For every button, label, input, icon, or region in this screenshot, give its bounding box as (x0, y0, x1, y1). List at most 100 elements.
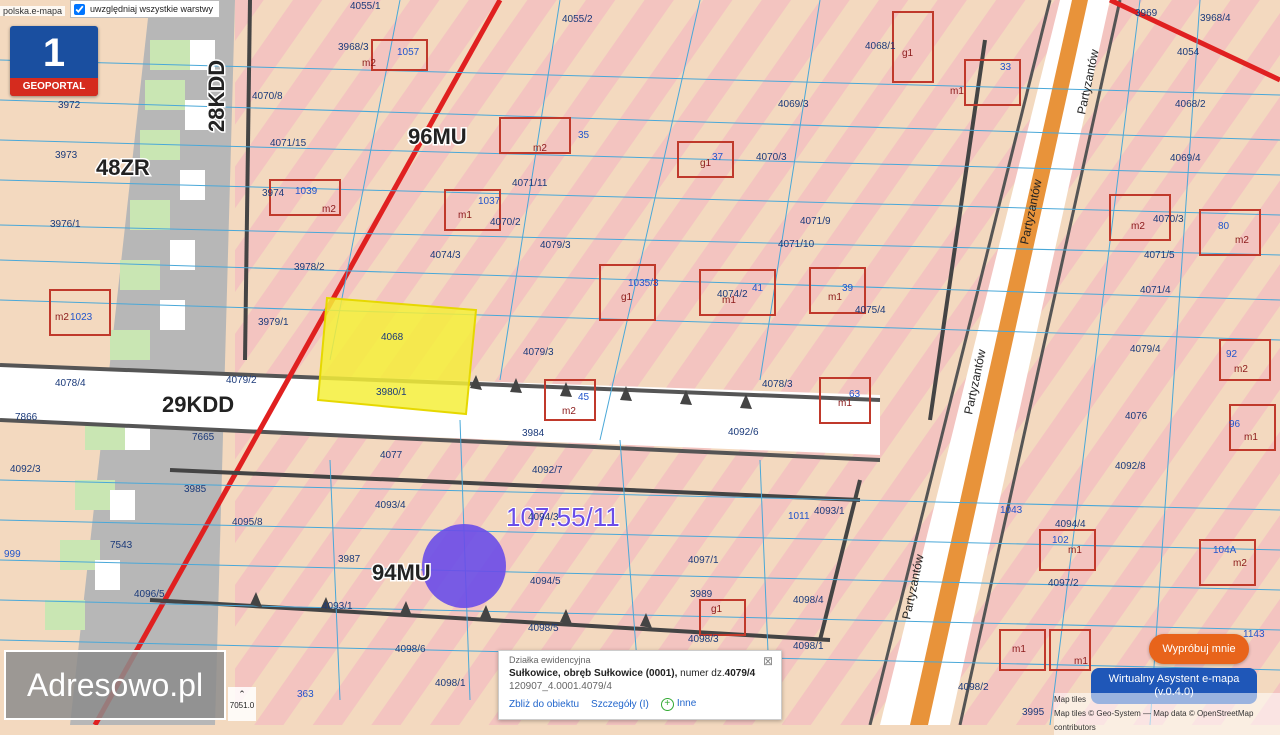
parcel-label: 4079/4 (1130, 344, 1161, 355)
building-label: 37 (712, 152, 724, 163)
parcel-label: 3985 (184, 484, 207, 495)
parcel-label: 4071/9 (800, 216, 831, 227)
try-me-button[interactable]: Wypróbuj mnie (1149, 634, 1249, 664)
parcel-label: 4071/5 (1144, 250, 1175, 261)
building-label: 1043 (1000, 505, 1023, 516)
parcel-label: 4093/1 (814, 506, 845, 517)
building-label: 363 (297, 689, 314, 700)
popup-location-text: Sułkowice, obręb Sułkowice (0001), (509, 668, 678, 679)
parcel-label: 4078/3 (762, 379, 793, 390)
parcel-label: 3984 (522, 428, 545, 439)
popup-number-label: numer dz. (680, 668, 725, 679)
building-label: 39 (842, 283, 854, 294)
parcel-label: 4096/5 (134, 589, 165, 600)
parcel-label: 4070/3 (756, 152, 787, 163)
parcel-label: 4068 (381, 332, 404, 343)
scale-value: 7051.0 (229, 701, 255, 710)
layers-checkbox[interactable] (74, 3, 85, 15)
parcel-label: 4074/3 (430, 250, 461, 261)
map-canvas[interactable]: 96MU 94MU 48ZR 28KDD 29KDD Partyzantów P… (0, 0, 1280, 725)
parcel-label: 4092/3 (10, 464, 41, 475)
building-label: 96 (1229, 419, 1241, 430)
building-label: 1035/3 (628, 278, 659, 289)
parcel-label: 4071/15 (270, 138, 307, 149)
plus-icon: + (660, 698, 674, 711)
type-label: m2 (322, 204, 336, 215)
chevron-up-icon[interactable]: ⌃ (228, 687, 256, 701)
parcel-label: 7543 (110, 540, 133, 551)
type-label: m2 (1233, 558, 1247, 569)
geoportal-logo[interactable]: 1 GEOPORTAL (10, 26, 98, 96)
type-label: m2 (1234, 364, 1248, 375)
building-label: 1011 (788, 511, 810, 522)
blue-overlay-label: 107.55/11 (506, 502, 620, 532)
attribution-line-2[interactable]: Map tiles © Geo-System — Map data © Open… (1054, 707, 1280, 735)
parcel-label: 4094/3 (528, 512, 559, 523)
parcel-label: 4097/1 (688, 555, 719, 566)
type-label: m2 (562, 406, 576, 417)
parcel-label: 4079/2 (226, 375, 257, 386)
parcel-label: 4094/5 (530, 576, 561, 587)
other-link-label: Inne (676, 698, 697, 709)
parcel-label: 4098/1 (435, 678, 466, 689)
parcel-label: 3987 (338, 554, 361, 565)
building-label: 41 (752, 283, 764, 294)
assistant-title: Wirtualny Asystent e-mapa (1108, 673, 1240, 685)
layers-checkbox-label: uwzględniaj wszystkie warstwy (90, 4, 214, 14)
parcel-label: 4071/4 (1140, 285, 1171, 296)
parcel-label: 3995 (0, 0, 23, 3)
parcel-label: 4079/3 (523, 347, 554, 358)
other-link[interactable]: + Inne (660, 698, 697, 711)
parcel-label: 3978/2 (294, 262, 325, 273)
parcel-label: 4098/1 (793, 641, 824, 652)
parcel-label: 4098/2 (958, 682, 989, 693)
zone-label-94mu: 94MU (372, 560, 431, 585)
map-attribution: Map tiles Map tiles © Geo-System — Map d… (1054, 693, 1280, 735)
parcel-label: 4070/3 (1153, 214, 1184, 225)
building-label: 1057 (397, 47, 420, 58)
parcel-label: 4079/3 (540, 240, 571, 251)
type-label: m2 (533, 143, 547, 154)
zone-label-29kdd: 29KDD (162, 392, 234, 417)
building-label: 1143 (1243, 629, 1265, 640)
parcel-label: 4054 (1177, 47, 1200, 58)
parcel-label: 3995 (1022, 707, 1045, 718)
parcel-label: 3968/3 (338, 42, 369, 53)
type-label: m1 (722, 295, 736, 306)
logo-number: 1 (42, 31, 66, 75)
parcel-label: 4097/2 (1048, 578, 1079, 589)
building-label: 35 (578, 130, 590, 141)
building-label: 80 (1218, 221, 1230, 232)
building-label: 45 (578, 392, 590, 403)
zoom-to-object-link[interactable]: Zbliż do obiektu (509, 699, 579, 710)
zone-label-48zr: 48ZR (96, 155, 150, 180)
parcel-label: 7665 (192, 432, 215, 443)
layers-toggle[interactable]: uwzględniaj wszystkie warstwy (70, 0, 221, 18)
parcel-label: 3980/1 (376, 387, 407, 398)
parcel-label: 4093/1 (322, 601, 353, 612)
type-label: m1 (838, 398, 852, 409)
parcel-label: 4098/3 (688, 634, 719, 645)
building-label: 104A (1213, 545, 1237, 556)
parcel-label: 4095/8 (232, 517, 263, 528)
zone-label-96mu: 96MU (408, 124, 467, 149)
parcel-label: 4068/1 (865, 41, 896, 52)
close-icon[interactable]: ⊠ (763, 654, 773, 668)
parcel-label: 3973 (55, 150, 78, 161)
type-label: m1 (828, 292, 842, 303)
scale-control[interactable]: ⌃ 7051.0 (228, 687, 256, 721)
type-label: g1 (902, 48, 914, 59)
popup-number: 4079/4 (724, 668, 756, 679)
parcel-label: 4069/4 (1170, 153, 1201, 164)
type-label: m2 (55, 312, 69, 323)
parcel-info-popup: ⊠ Działka ewidencyjna Sułkowice, obręb S… (498, 650, 782, 720)
parcel-label: 4070/2 (490, 217, 521, 228)
parcel-label: 3968/4 (1200, 13, 1231, 24)
zone-label-28kdd: 28KDD (204, 60, 229, 132)
adresowo-brand[interactable]: Adresowo.pl (4, 650, 226, 720)
details-link[interactable]: Szczegóły (I) (591, 699, 649, 710)
parcel-label: 4068/2 (1175, 99, 1206, 110)
type-label: m1 (1244, 432, 1258, 443)
parcel-label: 4092/6 (728, 427, 759, 438)
building-label: 1039 (295, 186, 318, 197)
